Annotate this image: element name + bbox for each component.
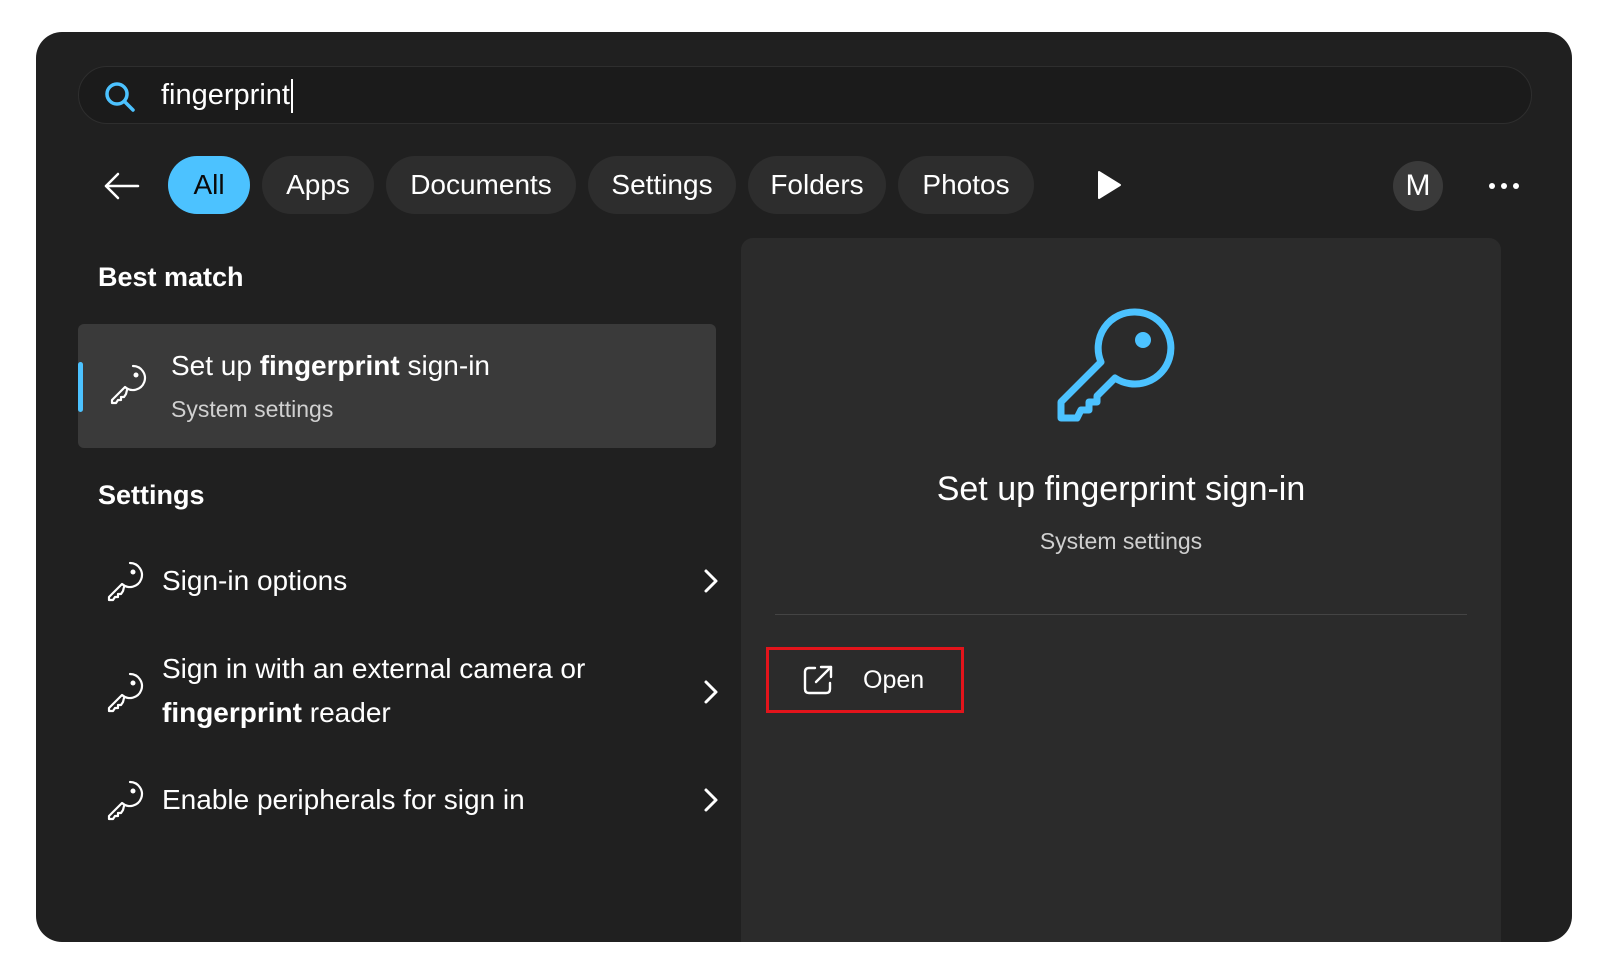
- tab-settings[interactable]: Settings: [588, 156, 736, 214]
- search-bar[interactable]: fingerprint: [78, 66, 1532, 124]
- back-arrow-icon[interactable]: [100, 164, 144, 208]
- tab-documents[interactable]: Documents: [386, 156, 576, 214]
- filter-tabs: All Apps Documents Settings Folders Phot…: [36, 156, 1572, 216]
- tab-all[interactable]: All: [168, 156, 250, 214]
- preview-title: Set up fingerprint sign-in: [936, 470, 1306, 508]
- open-button[interactable]: Open: [766, 647, 964, 713]
- search-input[interactable]: fingerprint: [161, 67, 1461, 123]
- key-icon: [107, 561, 144, 602]
- preview-divider: [775, 614, 1467, 615]
- text-caret: [290, 79, 293, 114]
- search-icon: [105, 82, 135, 112]
- settings-item-external-camera[interactable]: Sign in with an external camera or finge…: [78, 644, 718, 740]
- key-icon: [1057, 308, 1175, 422]
- settings-item-sign-in-options[interactable]: Sign-in options: [78, 556, 718, 606]
- chevron-right-icon: [704, 788, 718, 812]
- key-icon: [110, 364, 147, 405]
- tab-photos[interactable]: Photos: [898, 156, 1034, 214]
- chevron-right-icon: [704, 680, 718, 704]
- play-icon[interactable]: [1091, 168, 1125, 202]
- chevron-right-icon: [704, 569, 718, 593]
- best-match-title: Set up fingerprint sign-in: [171, 350, 490, 381]
- best-match-result[interactable]: Set up fingerprint sign-in System settin…: [78, 324, 716, 448]
- tab-apps[interactable]: Apps: [262, 156, 374, 214]
- open-external-icon: [803, 665, 833, 695]
- search-window: fingerprint All Apps Documents Settings …: [36, 32, 1572, 942]
- settings-item-enable-peripherals[interactable]: Enable peripherals for sign in: [78, 775, 718, 825]
- settings-heading: Settings: [98, 480, 205, 510]
- settings-item-label: Sign in with an external camera or finge…: [162, 653, 586, 728]
- open-button-label: Open: [863, 666, 925, 694]
- preview-pane: Set up fingerprint sign-in System settin…: [741, 238, 1501, 942]
- settings-item-label: Sign-in options: [162, 565, 348, 596]
- key-icon: [107, 780, 144, 821]
- best-match-subtitle: System settings: [171, 396, 334, 422]
- account-avatar[interactable]: M: [1393, 161, 1443, 211]
- more-icon[interactable]: [1484, 166, 1524, 206]
- settings-item-label: Enable peripherals for sign in: [162, 784, 525, 815]
- tab-folders[interactable]: Folders: [748, 156, 886, 214]
- selection-indicator: [78, 362, 83, 412]
- best-match-heading: Best match: [98, 262, 244, 292]
- key-icon: [107, 672, 144, 713]
- search-query-text: fingerprint: [161, 79, 290, 111]
- preview-subtitle: System settings: [1039, 528, 1203, 554]
